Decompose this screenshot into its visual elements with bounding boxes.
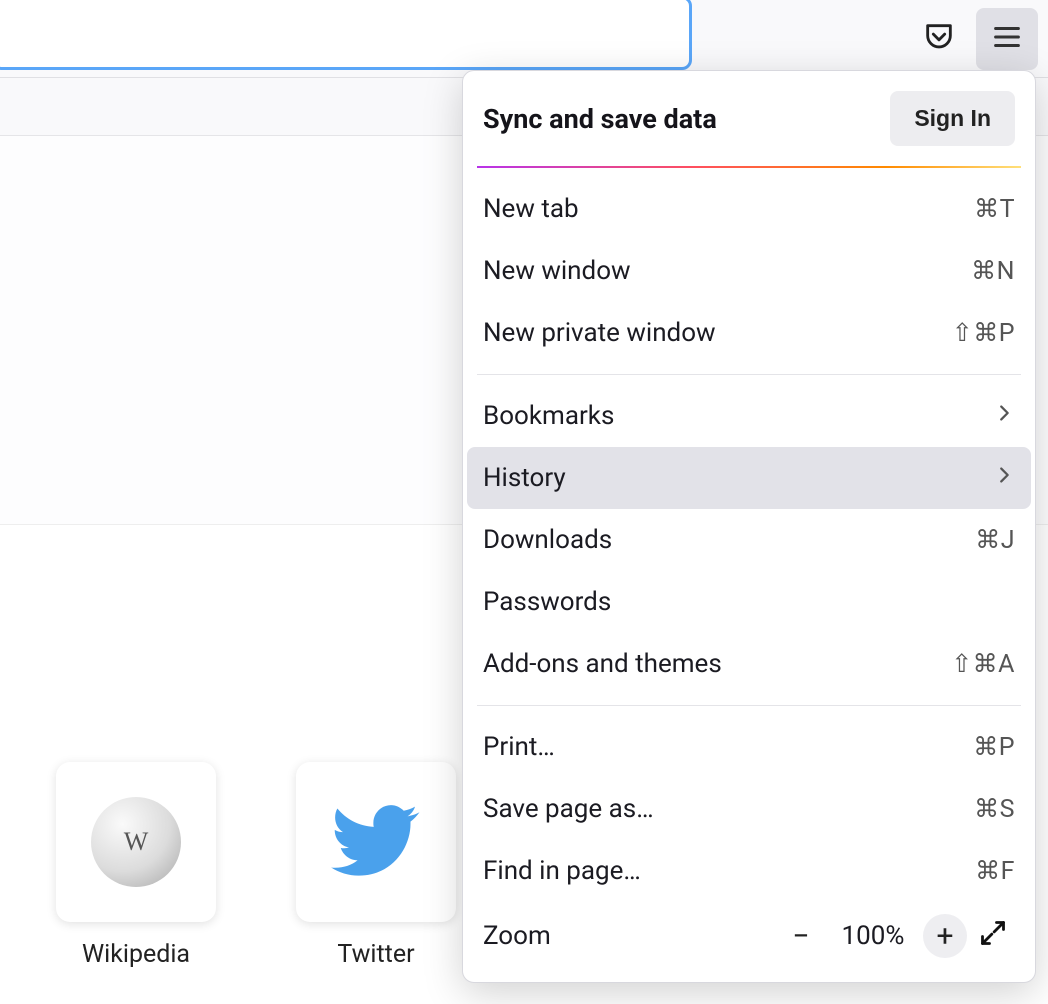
menu-item-downloads[interactable]: Downloads ⌘J	[463, 509, 1035, 571]
menu-item-label: Passwords	[483, 587, 1015, 617]
zoom-value: 100%	[833, 921, 913, 951]
menu-item-shortcut: ⇧⌘A	[951, 649, 1015, 679]
menu-separator	[477, 374, 1021, 375]
menu-item-passwords[interactable]: Passwords	[463, 571, 1035, 633]
menu-zoom-row: Zoom − 100% +	[463, 902, 1035, 974]
menu-item-label: Add-ons and themes	[483, 649, 951, 679]
menu-item-shortcut: ⌘F	[975, 856, 1015, 886]
menu-item-addons[interactable]: Add-ons and themes ⇧⌘A	[463, 633, 1035, 695]
zoom-out-button[interactable]: −	[779, 914, 823, 958]
menu-item-label: Downloads	[483, 525, 975, 555]
menu-item-label: New window	[483, 256, 971, 286]
menu-item-label: Print…	[483, 732, 973, 762]
menu-item-shortcut: ⇧⌘P	[952, 318, 1015, 348]
hamburger-icon	[990, 20, 1024, 58]
menu-separator	[477, 705, 1021, 706]
fullscreen-button[interactable]	[971, 914, 1015, 958]
menu-item-label: Bookmarks	[483, 401, 993, 431]
menu-item-label: History	[483, 463, 993, 493]
menu-item-new-window[interactable]: New window ⌘N	[463, 240, 1035, 302]
top-sites-row: Wikipedia Twitter	[56, 762, 456, 969]
pocket-button[interactable]	[908, 8, 970, 70]
menu-item-new-tab[interactable]: New tab ⌘T	[463, 178, 1035, 240]
url-bar[interactable]	[0, 0, 692, 70]
browser-toolbar	[0, 0, 1048, 78]
app-menu-button[interactable]	[976, 8, 1038, 70]
fullscreen-icon	[979, 919, 1007, 954]
app-menu: Sync and save data Sign In New tab ⌘T Ne…	[462, 70, 1036, 983]
sign-in-button[interactable]: Sign In	[890, 91, 1015, 146]
chevron-right-icon	[993, 463, 1015, 493]
top-site-twitter[interactable]: Twitter	[296, 762, 456, 969]
menu-item-label: Find in page…	[483, 856, 975, 886]
twitter-icon	[331, 795, 421, 889]
menu-item-shortcut: ⌘P	[973, 732, 1015, 762]
menu-item-shortcut: ⌘J	[975, 525, 1015, 555]
zoom-in-button[interactable]: +	[923, 914, 967, 958]
menu-item-shortcut: ⌘T	[974, 194, 1015, 224]
top-site-wikipedia[interactable]: Wikipedia	[56, 762, 216, 969]
top-site-tile	[56, 762, 216, 922]
top-site-label: Wikipedia	[82, 940, 190, 969]
top-site-label: Twitter	[337, 940, 414, 969]
chevron-right-icon	[993, 401, 1015, 431]
plus-icon: +	[936, 919, 953, 954]
menu-item-bookmarks[interactable]: Bookmarks	[463, 385, 1035, 447]
menu-item-save-page-as[interactable]: Save page as… ⌘S	[463, 778, 1035, 840]
menu-item-label: Save page as…	[483, 794, 974, 824]
sync-title: Sync and save data	[483, 103, 890, 135]
menu-item-label: New private window	[483, 318, 952, 348]
menu-item-label: New tab	[483, 194, 974, 224]
gradient-separator	[477, 166, 1021, 168]
top-site-tile	[296, 762, 456, 922]
pocket-icon	[922, 20, 956, 58]
zoom-label: Zoom	[483, 921, 779, 951]
menu-item-shortcut: ⌘S	[974, 794, 1015, 824]
menu-item-shortcut: ⌘N	[971, 256, 1015, 286]
minus-icon: −	[792, 919, 809, 954]
menu-item-find-in-page[interactable]: Find in page… ⌘F	[463, 840, 1035, 902]
menu-item-history[interactable]: History	[467, 447, 1031, 509]
menu-item-new-private-window[interactable]: New private window ⇧⌘P	[463, 302, 1035, 364]
wikipedia-icon	[91, 797, 181, 887]
menu-item-print[interactable]: Print… ⌘P	[463, 716, 1035, 778]
menu-sync-header: Sync and save data Sign In	[463, 77, 1035, 160]
